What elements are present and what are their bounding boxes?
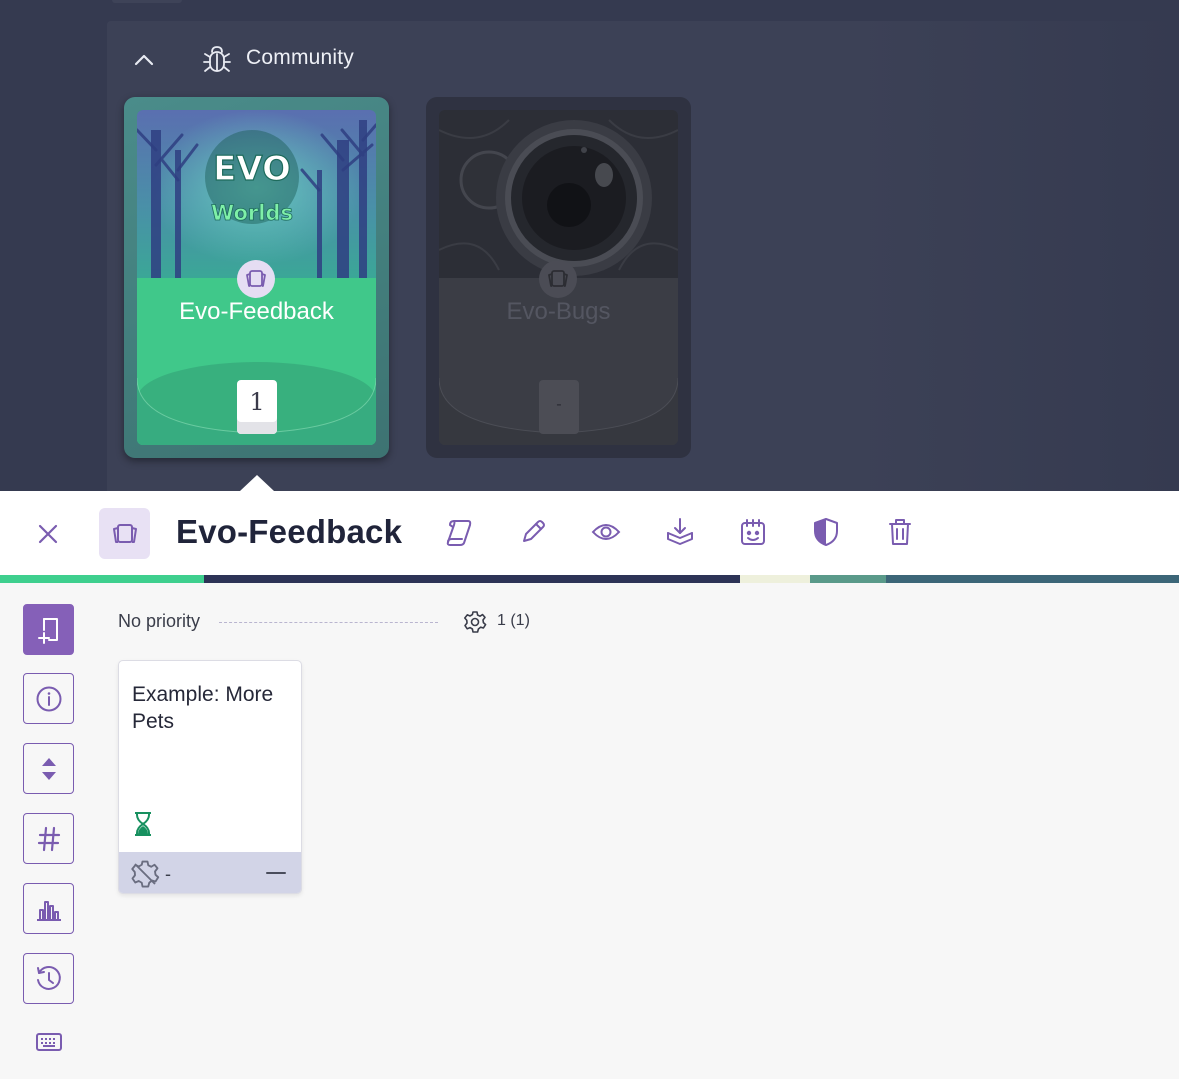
close-icon[interactable] <box>34 520 62 548</box>
progress-segment <box>886 575 1179 583</box>
ticket-effort: - <box>165 864 171 884</box>
shield-icon[interactable] <box>809 515 843 549</box>
board-card-inner: Evo-Bugs - <box>439 110 678 445</box>
info-icon <box>36 686 61 711</box>
history-icon <box>36 965 61 990</box>
lane-ticket-count: 1 (1) <box>497 612 530 629</box>
board-icon <box>237 260 275 298</box>
gear-icon <box>130 859 160 889</box>
board-card-inner: EVO Worlds Evo-Feedback 1 <box>137 110 376 445</box>
hashtag-button[interactable] <box>23 813 74 864</box>
sort-icon <box>41 757 56 780</box>
gear-icon <box>463 610 487 634</box>
ticket-footer: - <box>119 852 301 893</box>
download-tray-icon[interactable] <box>663 515 697 549</box>
board-ticket-count: - <box>539 380 579 434</box>
ticket-title: Example: More Pets <box>132 683 274 733</box>
scroll-icon[interactable] <box>442 515 476 549</box>
progress-segment <box>810 575 886 583</box>
info-button[interactable] <box>23 673 74 724</box>
history-button[interactable] <box>23 953 74 1004</box>
lane-title: No priority <box>118 611 201 631</box>
ticket-card[interactable]: Example: More Pets - <box>118 660 302 894</box>
board-card-evo-bugs[interactable]: Evo-Bugs - <box>426 97 691 458</box>
eye-icon[interactable] <box>589 515 623 549</box>
board-icon <box>539 260 577 298</box>
board-ticket-count: 1 <box>237 380 277 434</box>
board-name: Evo-Bugs <box>506 298 611 325</box>
bar-chart-icon <box>36 900 61 921</box>
sort-button[interactable] <box>23 743 74 794</box>
keyboard-shortcuts-button[interactable] <box>23 1018 74 1066</box>
board-name: Evo-Feedback <box>179 298 334 325</box>
minus-icon <box>265 863 287 883</box>
top-tab-edge <box>112 0 182 3</box>
chevron-up-icon[interactable] <box>132 48 156 72</box>
add-ticket-button[interactable] <box>23 604 74 655</box>
board-card-evo-feedback[interactable]: EVO Worlds Evo-Feedback 1 <box>124 97 389 458</box>
board-title: Evo-Feedback <box>176 513 403 550</box>
trash-icon[interactable] <box>883 515 917 549</box>
section-title: Community <box>246 46 354 69</box>
board-progress-strip <box>0 575 1179 583</box>
lane-divider <box>219 622 438 623</box>
progress-segment <box>204 575 740 583</box>
calendar-face-icon[interactable] <box>736 515 770 549</box>
bug-icon <box>203 45 231 75</box>
evo-bugs-artwork <box>439 110 678 282</box>
hourglass-icon <box>132 811 154 837</box>
progress-segment <box>0 575 204 583</box>
add-ticket-icon <box>37 617 58 644</box>
keyboard-icon <box>35 1033 62 1051</box>
logo-worlds-text: Worlds <box>211 201 293 225</box>
pencil-icon[interactable] <box>516 515 550 549</box>
statistics-button[interactable] <box>23 883 74 934</box>
hashtag-icon <box>37 826 60 851</box>
selected-board-pointer <box>240 475 274 491</box>
progress-segment <box>740 575 810 583</box>
evo-worlds-artwork: EVO Worlds <box>137 110 376 282</box>
board-icon <box>99 508 150 559</box>
logo-evo-text: EVO <box>213 149 291 189</box>
